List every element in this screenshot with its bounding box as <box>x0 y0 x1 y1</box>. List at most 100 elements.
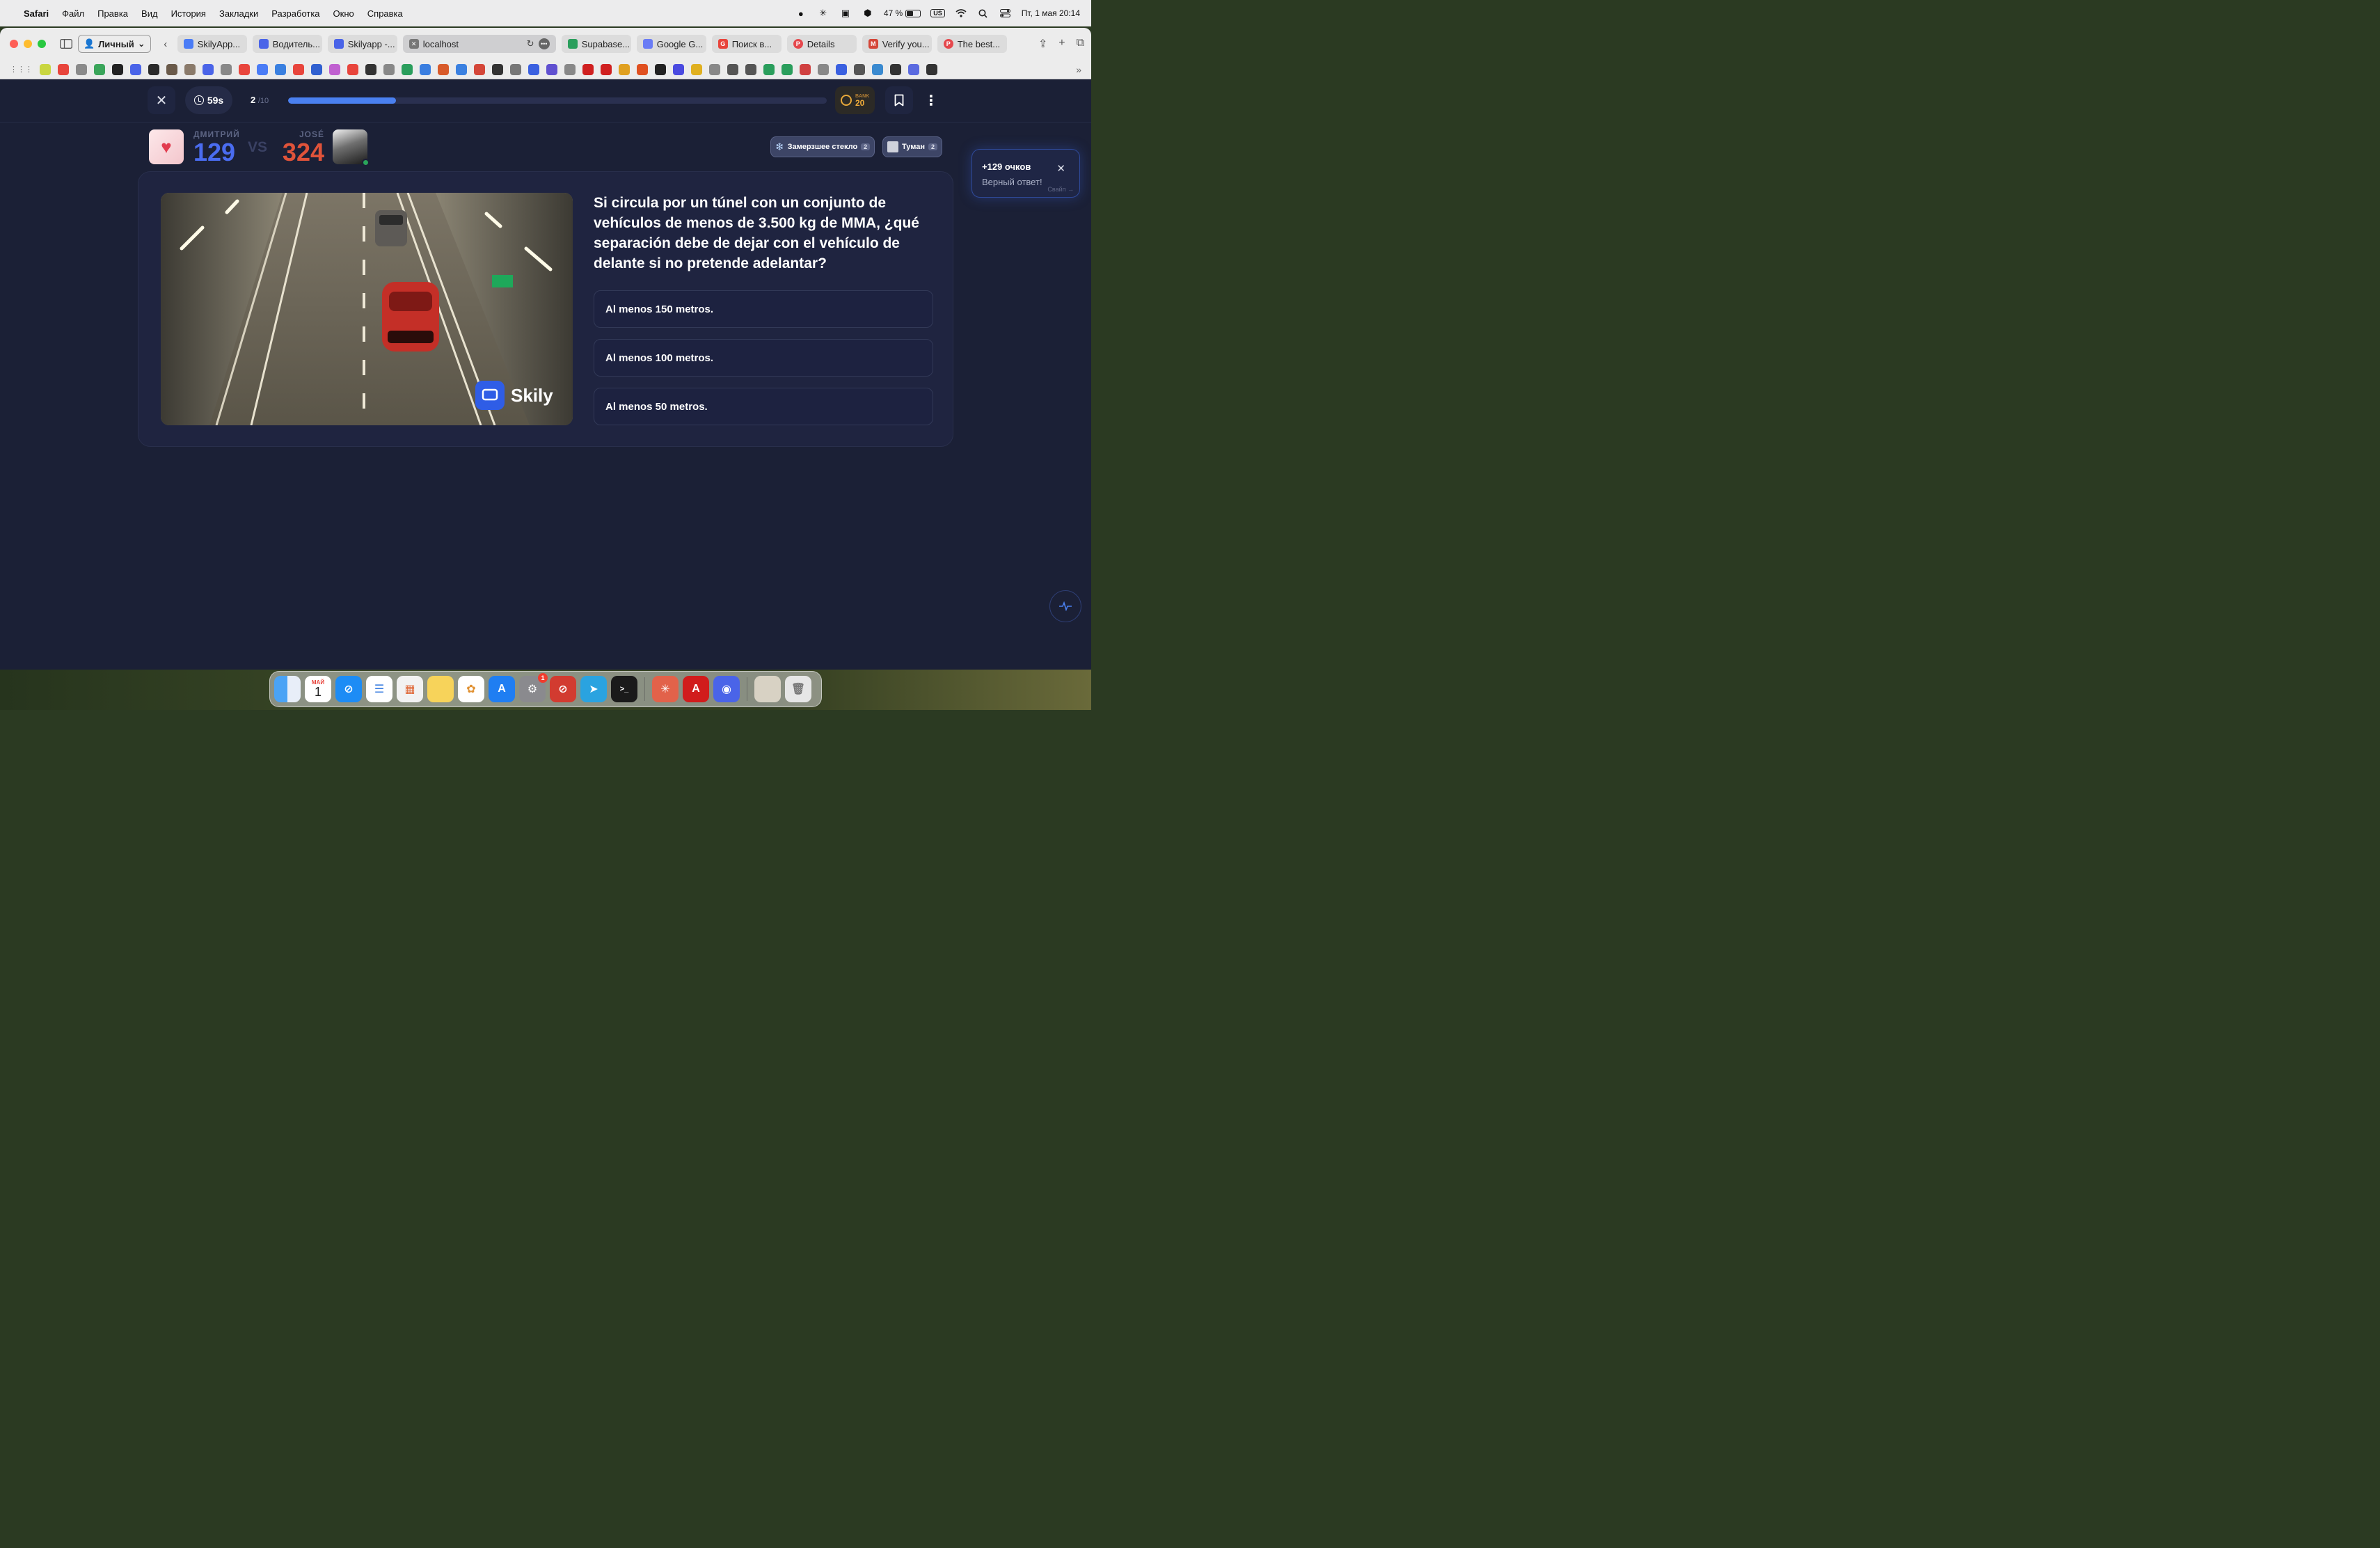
menu-window[interactable]: Окно <box>333 8 354 19</box>
favorite-site-icon[interactable] <box>872 63 883 75</box>
favorite-site-icon[interactable] <box>601 63 612 75</box>
favorite-site-icon[interactable] <box>438 63 449 75</box>
powerup-frozen-glass[interactable]: ❄ Замерзшее стекло 2 <box>770 136 875 157</box>
spotlight-search-icon[interactable] <box>977 7 990 19</box>
claude-icon[interactable]: ✳ <box>652 676 679 702</box>
control-center-icon[interactable] <box>999 7 1012 19</box>
favorite-site-icon[interactable] <box>800 63 811 75</box>
profile-selector[interactable]: 👤 Личный ⌄ <box>78 35 151 53</box>
menu-bookmarks[interactable]: Закладки <box>219 8 258 19</box>
downloads-folder-icon[interactable] <box>754 676 781 702</box>
favorite-site-icon[interactable] <box>619 63 630 75</box>
more-options-button[interactable]: ⋮ <box>917 86 945 114</box>
favorite-site-icon[interactable] <box>673 63 684 75</box>
favorite-site-icon[interactable] <box>329 63 340 75</box>
status-sparkle-icon[interactable]: ✳ <box>817 7 830 19</box>
safari-icon[interactable]: ⊘ <box>335 676 362 702</box>
activity-button[interactable] <box>1049 590 1081 622</box>
favorite-site-icon[interactable] <box>402 63 413 75</box>
favorite-site-icon[interactable] <box>890 63 901 75</box>
favorite-site-icon[interactable] <box>257 63 268 75</box>
back-arrow-icon[interactable]: ‹ <box>158 36 173 52</box>
favorite-site-icon[interactable] <box>818 63 829 75</box>
favorite-site-icon[interactable] <box>221 63 232 75</box>
tab-skilyapp-2[interactable]: Skilyapp -... <box>327 35 397 53</box>
photos-icon[interactable]: ✿ <box>458 676 484 702</box>
favorites-overflow-icon[interactable]: » <box>1076 64 1081 75</box>
page-menu-icon[interactable]: ••• <box>538 38 550 49</box>
tab-supabase[interactable]: Supabase... <box>561 35 631 53</box>
favorite-site-icon[interactable] <box>275 63 286 75</box>
terminal-icon[interactable]: >_ <box>611 676 637 702</box>
favorite-site-icon[interactable] <box>203 63 214 75</box>
favorite-site-icon[interactable] <box>474 63 485 75</box>
favorite-site-icon[interactable] <box>492 63 503 75</box>
app-icon[interactable]: ◉ <box>713 676 740 702</box>
favorite-site-icon[interactable] <box>528 63 539 75</box>
menu-app-safari[interactable]: Safari <box>24 8 49 19</box>
answer-option-3[interactable]: Al menos 50 metros. <box>594 388 933 425</box>
powerup-fog[interactable]: Туман 2 <box>882 136 943 157</box>
acrobat-icon[interactable]: A <box>683 676 709 702</box>
window-minimize-button[interactable] <box>24 40 32 48</box>
favorite-site-icon[interactable] <box>293 63 304 75</box>
tab-localhost-active[interactable]: ✕ localhost ↻ ••• <box>402 35 556 53</box>
favorite-site-icon[interactable] <box>510 63 521 75</box>
favorite-site-icon[interactable] <box>166 63 177 75</box>
favorite-site-icon[interactable] <box>637 63 648 75</box>
system-settings-icon[interactable]: ⚙ 1 <box>519 673 548 702</box>
favorite-site-icon[interactable] <box>582 63 594 75</box>
favorite-site-icon[interactable] <box>456 63 467 75</box>
tab-details[interactable]: P Details <box>786 35 857 53</box>
favorite-site-icon[interactable] <box>854 63 865 75</box>
favorite-site-icon[interactable] <box>112 63 123 75</box>
favorite-site-icon[interactable] <box>727 63 738 75</box>
favorite-site-icon[interactable] <box>745 63 756 75</box>
favorite-site-icon[interactable] <box>420 63 431 75</box>
favorite-site-icon[interactable] <box>130 63 141 75</box>
telegram-icon[interactable]: ➤ <box>580 676 607 702</box>
wifi-icon[interactable] <box>955 7 967 19</box>
favorite-site-icon[interactable] <box>691 63 702 75</box>
reminders-icon[interactable]: ☰ <box>366 676 392 702</box>
favorite-site-icon[interactable] <box>311 63 322 75</box>
app-store-icon[interactable]: A <box>489 676 515 702</box>
share-icon[interactable]: ⇪ <box>1038 37 1047 51</box>
close-quiz-button[interactable]: ✕ <box>148 86 175 114</box>
favorite-site-icon[interactable] <box>347 63 358 75</box>
safari-tech-preview-icon[interactable]: ⊘ <box>550 676 576 702</box>
menu-view[interactable]: Вид <box>141 8 158 19</box>
points-toast[interactable]: +129 очков Верный ответ! ✕ Свайп → <box>971 149 1080 198</box>
favorite-site-icon[interactable] <box>383 63 395 75</box>
menu-file[interactable]: Файл <box>62 8 84 19</box>
favorite-site-icon[interactable] <box>94 63 105 75</box>
menu-edit[interactable]: Правка <box>97 8 128 19</box>
favorite-site-icon[interactable] <box>908 63 919 75</box>
answer-option-1[interactable]: Al menos 150 metros. <box>594 290 933 328</box>
toast-close-icon[interactable]: ✕ <box>1056 162 1065 175</box>
battery-indicator[interactable]: 47 % <box>884 8 921 18</box>
menubar-datetime[interactable]: Пт, 1 мая 20:14 <box>1022 8 1080 18</box>
window-zoom-button[interactable] <box>38 40 46 48</box>
favorite-site-icon[interactable] <box>76 63 87 75</box>
trash-icon[interactable]: 🗑 <box>785 676 811 702</box>
window-close-button[interactable] <box>10 40 18 48</box>
tab-skilyapp[interactable]: SkilyApp... <box>177 35 247 53</box>
bookmark-button[interactable] <box>885 86 913 114</box>
grid-apps-icon[interactable]: ⋮⋮⋮ <box>10 65 33 74</box>
favorite-site-icon[interactable] <box>564 63 576 75</box>
status-app-icon[interactable]: ● <box>795 7 807 19</box>
favorite-site-icon[interactable] <box>763 63 775 75</box>
favorite-site-icon[interactable] <box>926 63 937 75</box>
tab-verify[interactable]: M Verify you... <box>862 35 932 53</box>
calendar-icon[interactable]: МАЙ 1 <box>305 676 331 702</box>
favorite-site-icon[interactable] <box>655 63 666 75</box>
notes-icon[interactable] <box>427 676 454 702</box>
keyboard-layout[interactable]: US <box>930 9 945 17</box>
reload-icon[interactable]: ↻ <box>527 38 534 49</box>
finder-icon[interactable] <box>274 676 301 702</box>
answer-option-2[interactable]: Al menos 100 metros. <box>594 339 933 377</box>
status-screen-icon[interactable]: ▣ <box>839 7 852 19</box>
tab-voditel[interactable]: Водитель... <box>252 35 322 53</box>
launchpad-icon[interactable]: ▦ <box>397 676 423 702</box>
